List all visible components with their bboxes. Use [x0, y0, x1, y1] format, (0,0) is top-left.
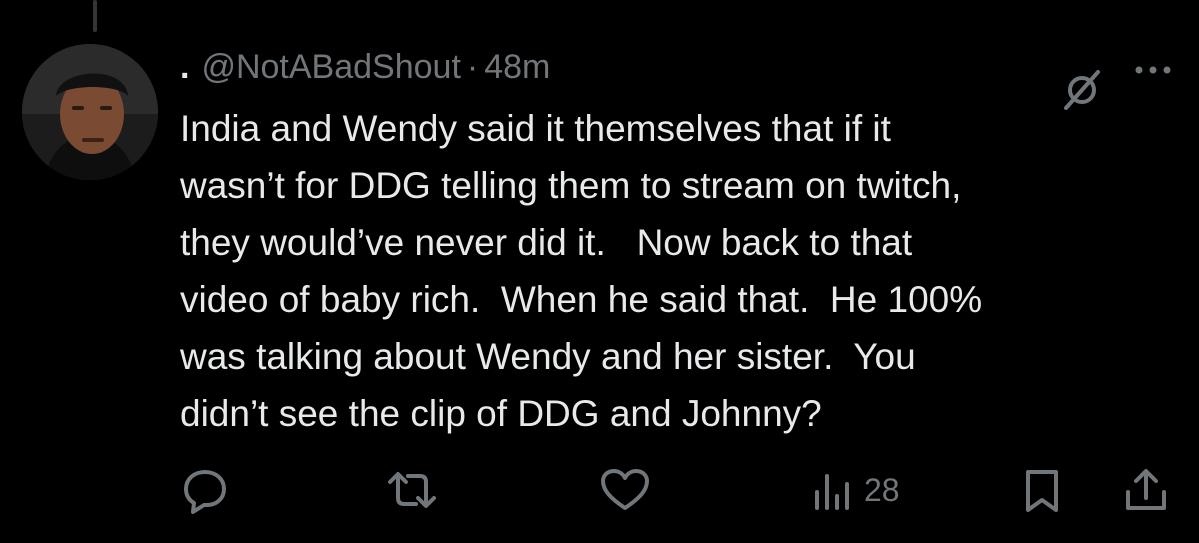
like-button[interactable] — [598, 466, 652, 514]
post-timestamp[interactable]: 48m — [484, 48, 550, 87]
views-chart-icon — [815, 474, 849, 510]
user-handle[interactable]: @NotABadShout — [201, 48, 460, 87]
action-bar: 28 — [0, 460, 1199, 520]
share-button[interactable] — [1122, 466, 1170, 514]
reply-button[interactable] — [180, 466, 230, 514]
share-icon — [1126, 469, 1166, 510]
more-dots-icon[interactable] — [1133, 62, 1173, 78]
thread-connector-line — [93, 0, 97, 32]
display-name[interactable]: . — [180, 48, 189, 87]
bookmark-button[interactable] — [1020, 466, 1064, 514]
avatar-image — [22, 44, 158, 180]
heart-icon — [601, 469, 649, 510]
reply-icon — [184, 470, 226, 514]
bookmark-icon — [1026, 470, 1058, 512]
avatar[interactable] — [22, 44, 158, 180]
retweet-icon — [388, 472, 436, 508]
views-button[interactable]: 28 — [812, 466, 900, 514]
views-count: 28 — [864, 471, 900, 508]
tweet-header: . @NotABadShout · 48m — [180, 42, 550, 92]
retweet-button[interactable] — [384, 466, 440, 514]
header-separator: · — [466, 47, 479, 86]
tweet-text: India and Wendy said it themselves that … — [180, 108, 983, 434]
